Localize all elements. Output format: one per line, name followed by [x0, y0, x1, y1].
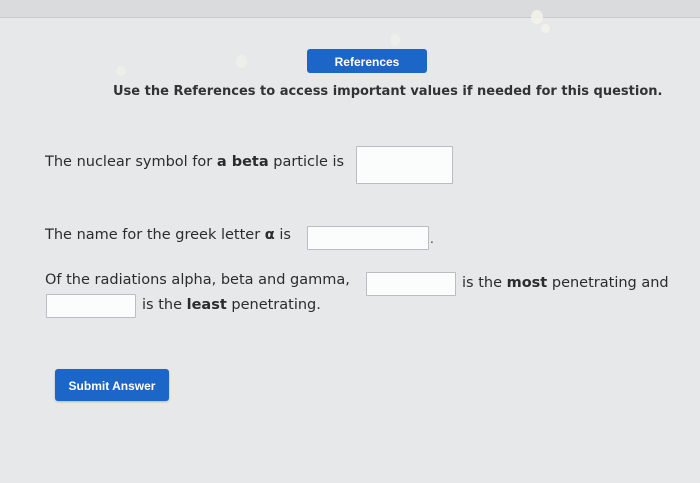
question-1-text: The nuclear symbol for a beta particle i… — [45, 154, 344, 170]
question-3-line-2: is the least penetrating. — [142, 297, 321, 313]
question-3-line-2-prefix: is the — [142, 297, 187, 313]
question-2-text: The name for the greek letter α is — [45, 227, 291, 243]
divider — [0, 17, 700, 18]
instructions-text: Use the References to access important v… — [113, 84, 663, 99]
question-3-line-1-prefix: Of the radiations alpha, beta and gamma, — [45, 272, 350, 288]
question-3-line-1-suffix: is the most penetrating and — [462, 275, 669, 291]
references-button[interactable]: References — [307, 49, 427, 73]
glare-spot — [531, 10, 543, 24]
greek-letter-name-input[interactable] — [307, 226, 429, 250]
question-2-period: . — [430, 232, 434, 246]
nuclear-symbol-answer-box[interactable] — [356, 146, 453, 184]
submit-answer-button[interactable]: Submit Answer — [55, 369, 169, 401]
question-3-line-2-end: penetrating. — [226, 297, 321, 313]
glare-spot — [541, 24, 550, 33]
question-2-prefix: The name for the greek letter — [45, 227, 265, 243]
question-1-prefix: The nuclear symbol for — [45, 154, 217, 170]
question-2-suffix: is — [274, 227, 291, 243]
question-1-bold: a beta — [216, 154, 269, 170]
question-3-mid: is the — [462, 275, 507, 291]
top-bar — [0, 0, 700, 18]
glare-spot — [116, 66, 126, 76]
most-penetrating-input[interactable] — [366, 272, 456, 296]
least-penetrating-input[interactable] — [46, 294, 136, 318]
question-3-most: most — [506, 275, 548, 291]
glare-spot — [390, 34, 400, 46]
question-1-suffix: particle is — [268, 154, 345, 170]
glare-spot — [236, 55, 247, 68]
question-3-line-1-end: penetrating and — [547, 275, 669, 291]
question-3-least: least — [186, 297, 227, 313]
question-2-bold: α — [264, 227, 275, 243]
